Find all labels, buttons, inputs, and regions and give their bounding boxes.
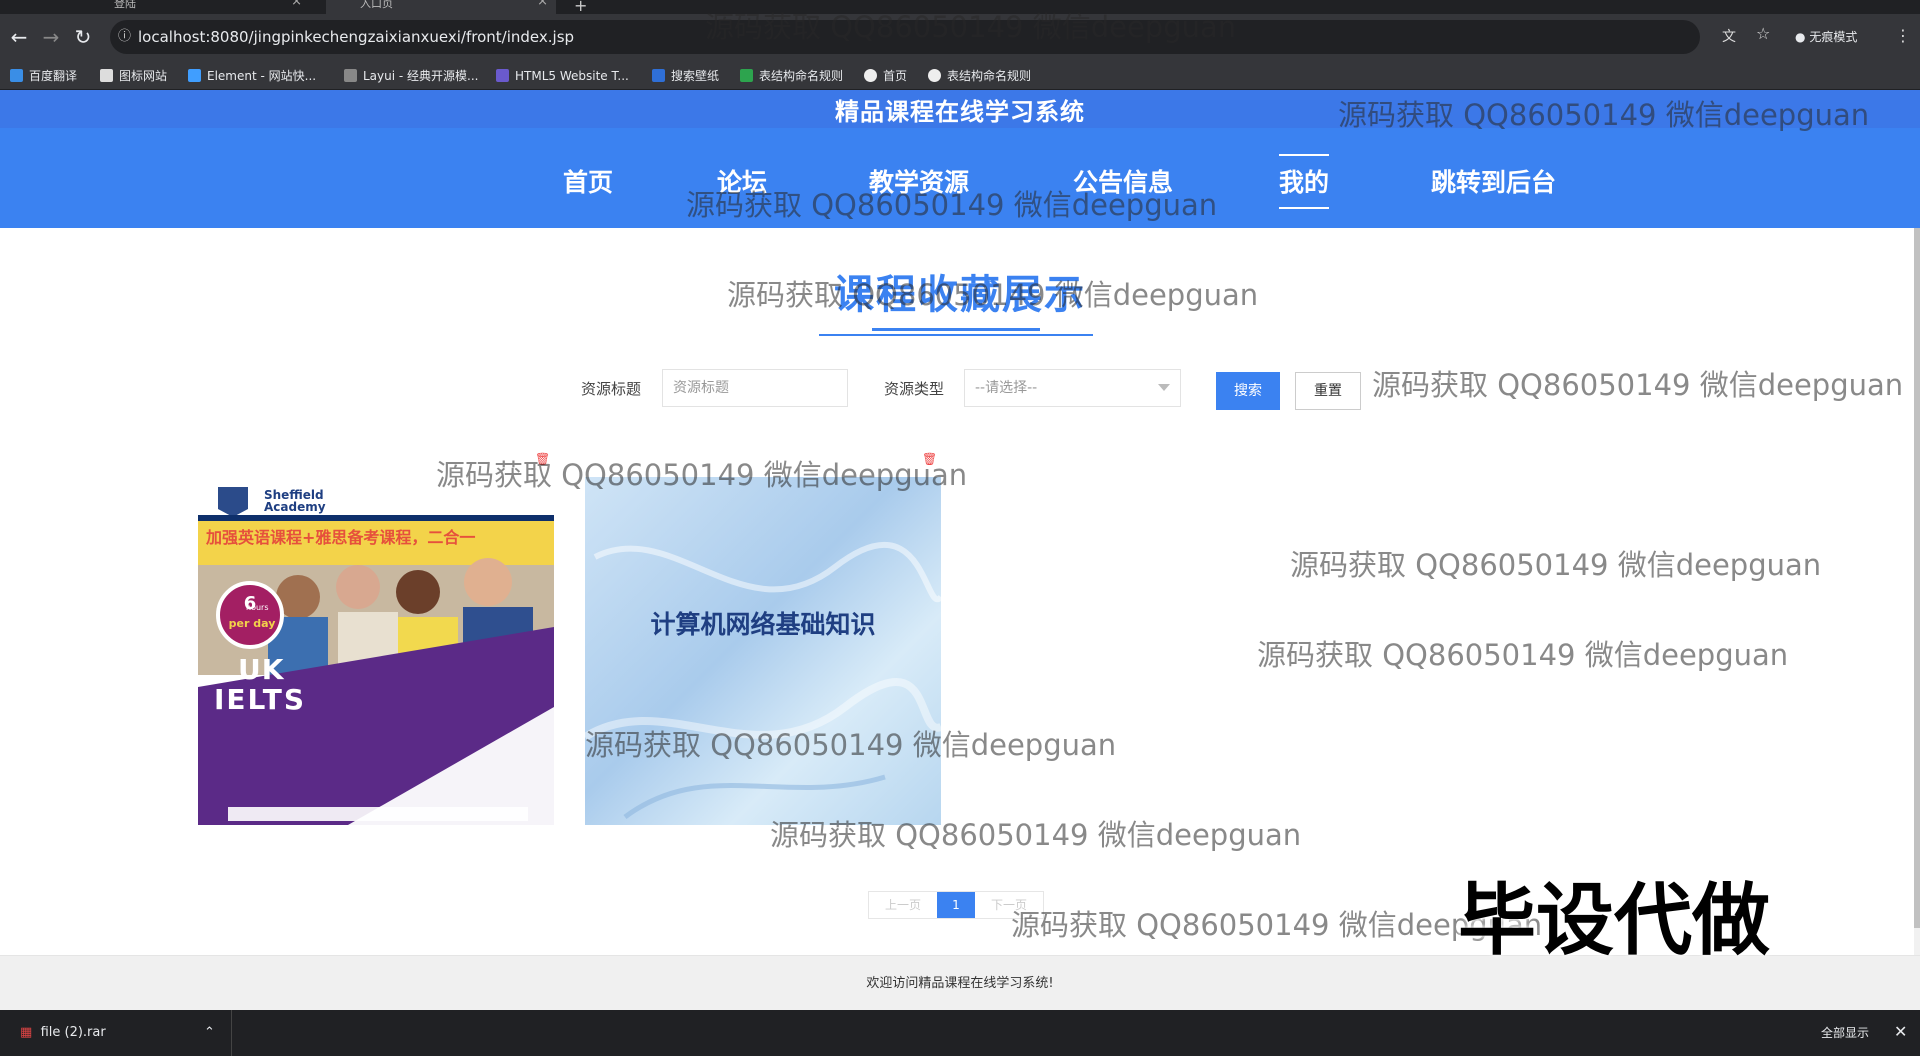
bookmark-item[interactable]: 首页 xyxy=(864,66,907,86)
type-label: 资源类型 xyxy=(884,380,945,398)
course-card[interactable]: Sheffield Academy 加强英语课程+雅思备考课程，二合一 6 ho… xyxy=(198,477,554,825)
title-underline xyxy=(872,328,1040,331)
bookmark-icon xyxy=(928,69,941,82)
bookmark-item[interactable]: HTML5 Website T... xyxy=(496,66,629,86)
info-icon[interactable]: ⓘ xyxy=(118,20,131,54)
close-icon[interactable]: ✕ xyxy=(1894,1022,1907,1041)
bookmark-item[interactable]: 图标网站 xyxy=(100,66,167,86)
bookmark-icon xyxy=(344,69,357,82)
bookmark-icon xyxy=(496,69,509,82)
title-search-input[interactable]: 资源标题 xyxy=(662,369,848,407)
watermark: 源码获取 QQ86050149 微信deepguan xyxy=(436,458,968,492)
title-label: 资源标题 xyxy=(581,380,642,398)
download-bar: ▦ file (2).rar ⌃ 全部显示 ✕ xyxy=(0,1010,1920,1056)
browser-tab-entry[interactable]: 入口页 × xyxy=(326,0,556,14)
poster-ielts: IELTS xyxy=(214,683,307,716)
bookmark-icon xyxy=(100,69,113,82)
bookmark-label: 图标网站 xyxy=(119,69,168,83)
tab-label: 登陆 xyxy=(114,0,136,10)
academy-name: Sheffield Academy xyxy=(264,488,326,514)
bookmark-icon xyxy=(652,69,665,82)
poster-uk: UK xyxy=(238,653,285,686)
search-button[interactable]: 搜索 xyxy=(1216,372,1280,410)
url-text: localhost:8080/jingpinkechengzaixianxuex… xyxy=(138,28,575,46)
bookmark-item[interactable]: 百度翻译 xyxy=(10,66,77,86)
bookmark-label: 表结构命名规则 xyxy=(947,69,1032,83)
forward-icon[interactable]: → xyxy=(36,22,66,52)
page-1-button[interactable]: 1 xyxy=(937,892,975,918)
chevron-up-icon[interactable]: ⌃ xyxy=(204,1010,215,1056)
bookmark-item[interactable]: 表结构命名规则 xyxy=(740,66,843,86)
bookmark-label: 搜索壁纸 xyxy=(671,69,720,83)
star-icon[interactable]: ☆ xyxy=(1756,24,1770,43)
watermark: 源码获取 QQ86050149 微信deepguan xyxy=(686,188,1218,222)
bookmark-icon xyxy=(740,69,753,82)
watermark: 源码获取 QQ86050149 微信deepguan xyxy=(1290,548,1822,582)
browser-tab-login[interactable]: 登陆 × xyxy=(80,0,310,14)
bookmark-item[interactable]: 表结构命名规则 xyxy=(928,66,1031,86)
bookmark-item[interactable]: 搜索壁纸 xyxy=(652,66,719,86)
watermark: 源码获取 QQ86050149 微信deepguan xyxy=(585,728,1117,762)
chevron-down-icon xyxy=(1158,384,1170,391)
prev-page-button[interactable]: 上一页 xyxy=(869,892,937,918)
type-select[interactable]: --请选择-- xyxy=(964,369,1181,407)
bookmark-icon xyxy=(10,69,23,82)
translate-icon[interactable]: 文 xyxy=(1722,26,1736,46)
badge-hours: hours xyxy=(246,603,269,612)
nav-mine[interactable]: 我的 xyxy=(1279,154,1330,209)
incognito-icon: ● xyxy=(1795,30,1806,44)
bookmark-item[interactable]: Layui - 经典开源模... xyxy=(344,66,478,86)
bookmark-label: Element - 网站快... xyxy=(207,69,317,83)
network-cover-image xyxy=(585,541,941,820)
download-file-name: file (2).rar xyxy=(40,1025,106,1040)
course-card[interactable]: 计算机网络基础知识 xyxy=(585,477,941,825)
new-tab-icon[interactable]: + xyxy=(574,0,587,15)
bookmark-label: 首页 xyxy=(883,69,908,83)
watermark: 源码获取 QQ86050149 微信deepguan xyxy=(1257,638,1789,672)
close-tab-icon[interactable]: × xyxy=(537,0,548,8)
bookmark-icon xyxy=(188,69,201,82)
bookmarks-bar: 百度翻译 图标网站 Element - 网站快... Layui - 经典开源模… xyxy=(0,62,1920,90)
incognito-label: 无痕模式 xyxy=(1809,30,1858,44)
watermark: 源码获取 QQ86050149 微信deepguan xyxy=(727,278,1259,312)
watermark: 源码获取 QQ86050149 微信deepguan xyxy=(770,818,1302,852)
nav-admin[interactable]: 跳转到后台 xyxy=(1431,163,1556,203)
title-underline xyxy=(819,334,1093,336)
show-all-downloads-button[interactable]: 全部显示 xyxy=(1810,1020,1880,1046)
tab-label: 入口页 xyxy=(360,0,393,10)
bookmark-label: 百度翻译 xyxy=(29,69,78,83)
nav-home[interactable]: 首页 xyxy=(563,163,613,203)
poster-banner: 加强英语课程+雅思备考课程，二合一 xyxy=(206,528,476,547)
scrollbar-thumb[interactable] xyxy=(1914,228,1920,928)
watermark: 源码获取 QQ86050149 微信deepguan xyxy=(1338,98,1870,132)
bookmark-label: 表结构命名规则 xyxy=(759,69,844,83)
type-select-value: --请选择-- xyxy=(975,380,1038,396)
back-icon[interactable]: ← xyxy=(4,22,34,52)
download-item[interactable]: ▦ file (2).rar ⌃ xyxy=(0,1010,232,1056)
watermark: 源码获取 QQ86050149 微信deepguan xyxy=(1372,368,1904,402)
reset-button[interactable]: 重置 xyxy=(1295,372,1361,410)
bookmark-label: Layui - 经典开源模... xyxy=(363,69,479,83)
bookmark-label: HTML5 Website T... xyxy=(515,69,629,83)
promo-stamp: 毕设代做 xyxy=(1458,876,1771,966)
archive-icon: ▦ xyxy=(20,1025,33,1040)
badge-per-day: per day xyxy=(228,617,276,630)
watermark: 源码获取 QQ86050149 微信deepguan xyxy=(705,10,1237,44)
course-title: 计算机网络基础知识 xyxy=(650,610,876,639)
close-tab-icon[interactable]: × xyxy=(291,0,302,8)
menu-icon[interactable]: ⋮ xyxy=(1895,26,1911,45)
bookmark-item[interactable]: Element - 网站快... xyxy=(188,66,316,86)
reload-icon[interactable]: ↻ xyxy=(68,22,98,52)
incognito-indicator[interactable]: ● 无痕模式 xyxy=(1795,22,1857,52)
bookmark-icon xyxy=(864,69,877,82)
